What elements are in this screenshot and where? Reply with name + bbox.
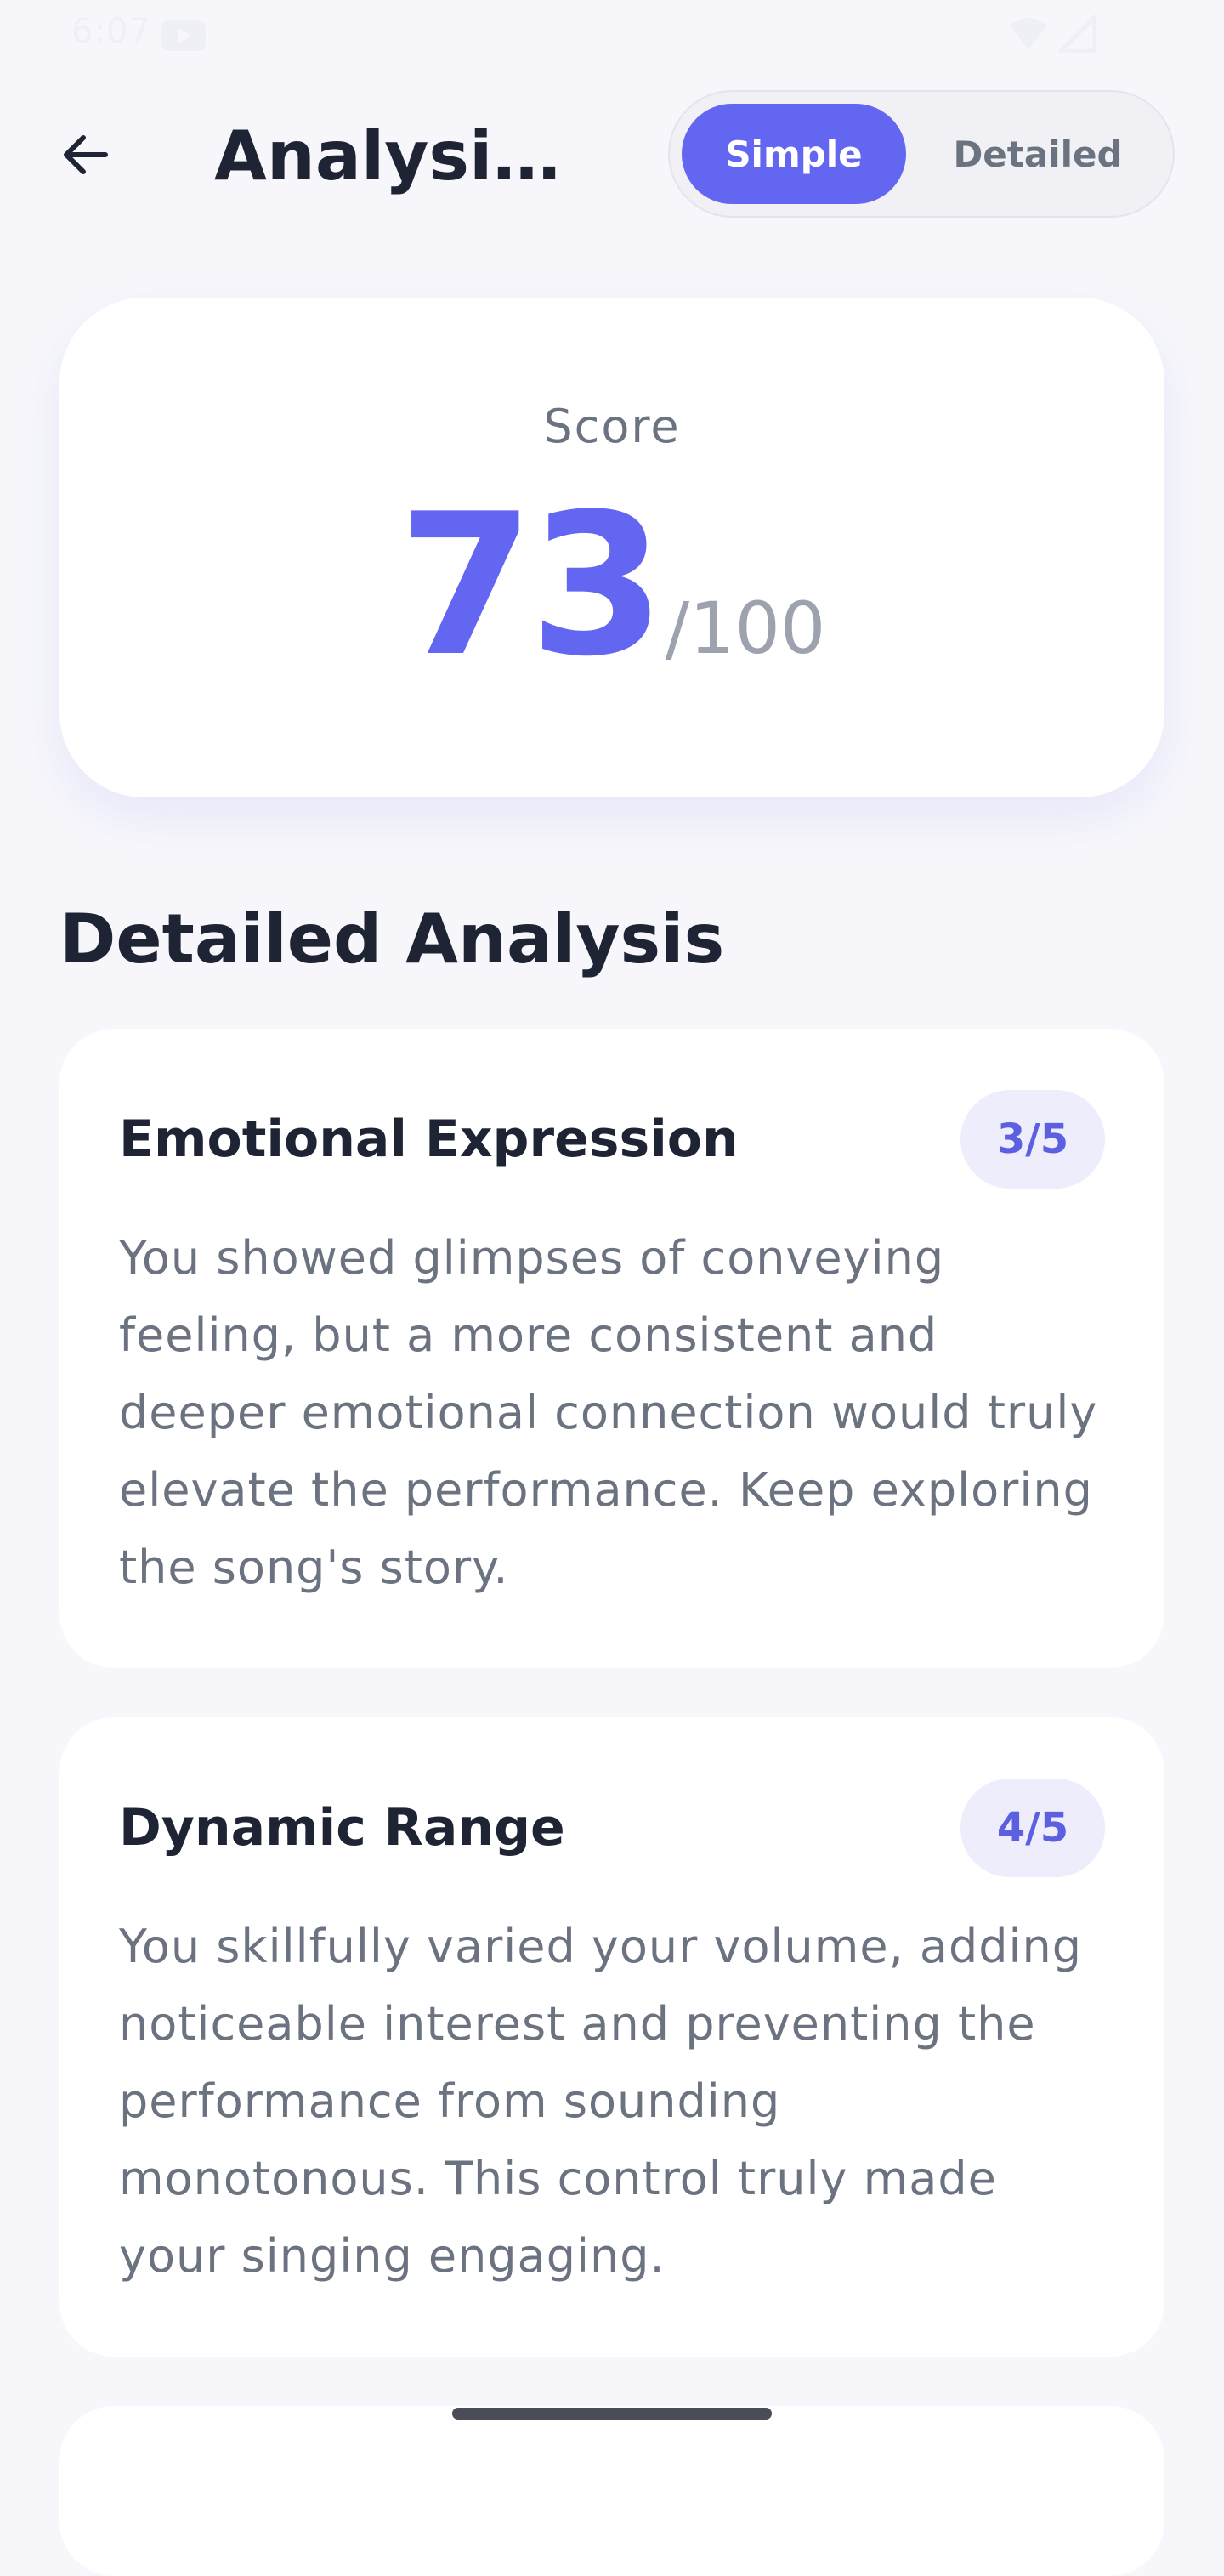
toggle-detailed[interactable]: Detailed [915,104,1161,204]
score-card: Score 73/100 [60,298,1164,797]
page-title: Analysis Results [214,116,597,196]
card-header: Dynamic Range 4/5 [119,1779,1105,1877]
score-max: /100 [665,587,826,670]
arrow-left-icon [58,128,112,185]
score-badge: 3/5 [960,1090,1105,1189]
mode-toggle: Simple Detailed [668,90,1175,218]
score-badge: 4/5 [960,1779,1105,1877]
score-line: 73/100 [60,476,1164,697]
analysis-card: Emotional Expression 3/5 You showed glim… [60,1029,1164,1668]
analysis-card-partial [60,2406,1164,2576]
status-bar: 6:07 [0,0,1224,68]
signal-icon [1055,11,1097,56]
status-time: 6:07 [71,12,151,51]
card-description: You skillfully varied your volume, addin… [119,1920,1083,2283]
score-value: 73 [398,473,666,700]
card-header: Emotional Expression 3/5 [119,1090,1105,1189]
score-label: Score [543,400,681,453]
youtube-icon [162,20,206,54]
home-indicator[interactable] [452,2408,772,2420]
card-title: Emotional Expression [119,1109,739,1169]
wifi-icon [1008,15,1049,54]
section-title: Detailed Analysis [60,899,725,979]
toggle-simple[interactable]: Simple [682,104,906,204]
card-description: You showed glimpses of conveying feeling… [119,1231,1098,1594]
card-title: Dynamic Range [119,1798,565,1858]
analysis-card: Dynamic Range 4/5 You skillfully varied … [60,1717,1164,2357]
back-button[interactable] [48,119,122,194]
